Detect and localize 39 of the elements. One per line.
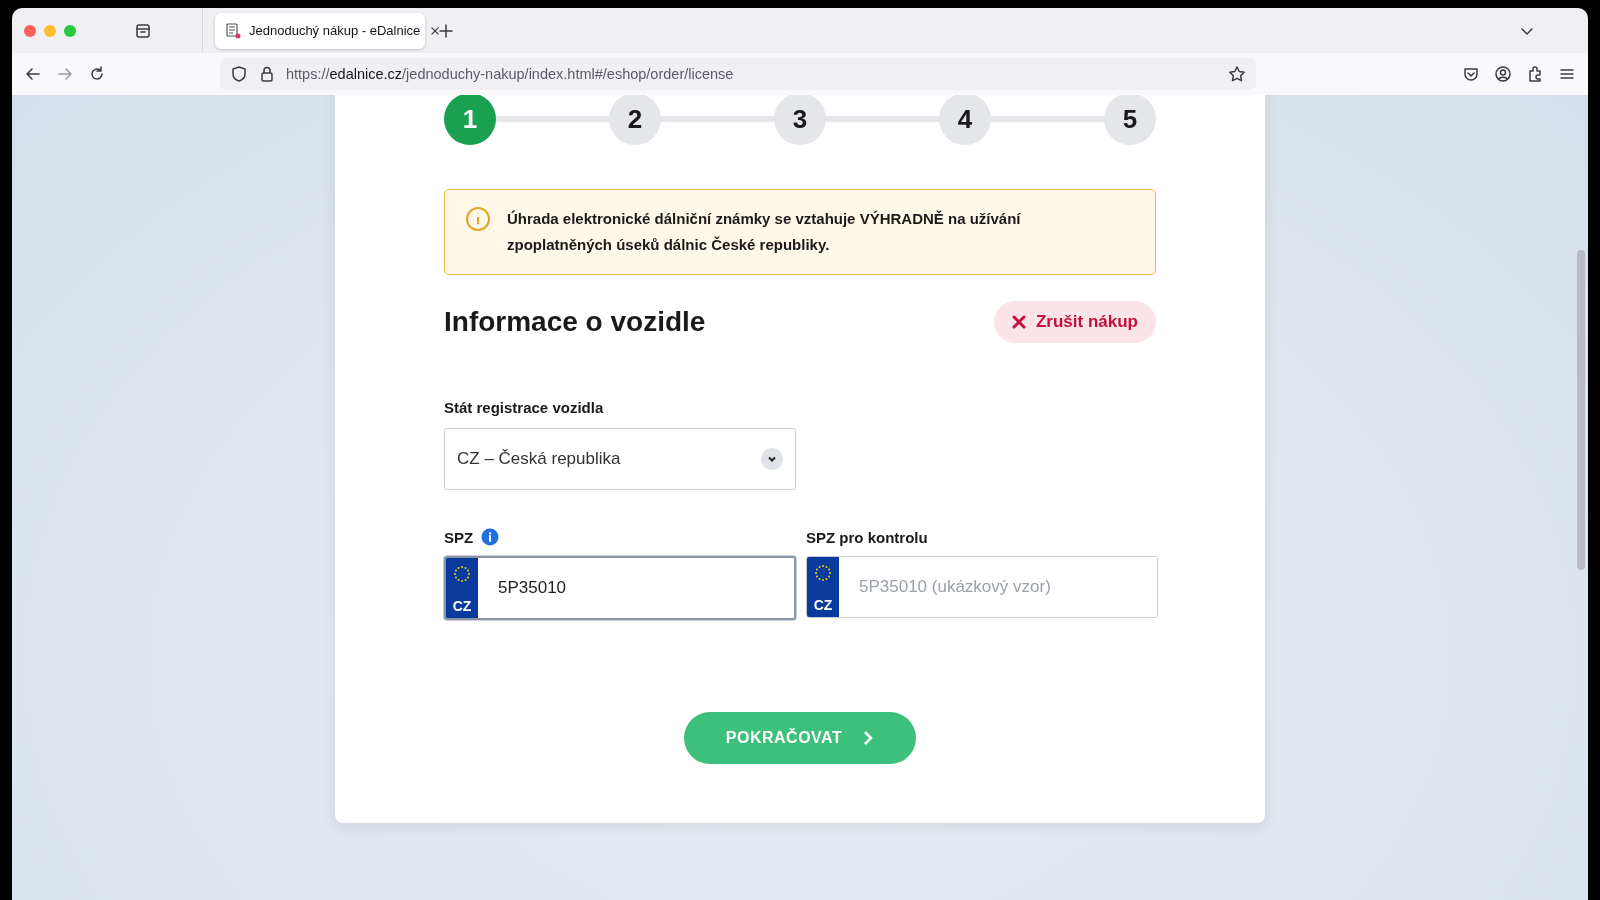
field-label: SPZ — [444, 528, 474, 546]
bookmark-star-icon[interactable] — [1228, 65, 1246, 83]
step-indicator: 5 — [1104, 95, 1156, 145]
chevron-down-icon — [761, 448, 783, 470]
step-indicator: 1 — [444, 95, 496, 145]
tab-tray-icon[interactable] — [134, 21, 152, 40]
lock-icon — [258, 65, 276, 83]
info-icon[interactable] — [481, 528, 500, 546]
chevron-right-icon — [862, 730, 875, 746]
cancel-purchase-button[interactable]: Zrušit nákup — [994, 301, 1156, 343]
pocket-icon[interactable] — [1462, 65, 1480, 83]
country-code: CZ — [452, 598, 472, 614]
close-icon — [1012, 315, 1026, 329]
country-code: CZ — [813, 597, 833, 613]
forward-arrow-icon[interactable] — [56, 65, 74, 83]
extensions-icon[interactable] — [1526, 65, 1544, 83]
field-label: Stát registrace vozidla — [444, 399, 605, 416]
back-arrow-icon[interactable] — [24, 65, 42, 83]
field-label: SPZ pro kontrolu — [806, 528, 928, 546]
section-heading: Informace o vozidle — [444, 306, 706, 338]
plate-input-field[interactable]: CZ 5P35010 — [444, 556, 796, 620]
step-indicator: 3 — [774, 95, 826, 145]
step-indicator: 2 — [609, 95, 661, 145]
account-icon[interactable] — [1494, 65, 1512, 83]
shield-icon — [230, 65, 248, 83]
step-indicator: 4 — [939, 95, 991, 145]
notice-text: Úhrada elektronické dálniční známky se vztahuje VÝHRADNĚ na užívání zpoplatněných úseků dálnic České republiky. — [507, 209, 1022, 255]
address-bar[interactable]: https://edalnice.cz/jednoduchy-nakup/index.html#/eshop/order/license — [220, 58, 1256, 90]
site-icon — [225, 22, 241, 39]
eu-stars-icon — [452, 564, 472, 584]
reload-icon[interactable] — [88, 65, 106, 83]
new-tab-icon[interactable] — [437, 21, 455, 40]
eu-stars-icon — [813, 563, 833, 583]
url-text: https://edalnice.cz/jednoduchy-nakup/index.html#/eshop/order/license — [286, 66, 735, 82]
country-select[interactable]: CZ – Česká republika — [444, 428, 796, 490]
close-window-button[interactable] — [24, 24, 36, 37]
scrollbar[interactable] — [1577, 250, 1585, 570]
plate-input-field[interactable]: CZ 5P35010 (ukázkový vzor) — [806, 556, 1158, 618]
info-icon — [465, 206, 491, 232]
